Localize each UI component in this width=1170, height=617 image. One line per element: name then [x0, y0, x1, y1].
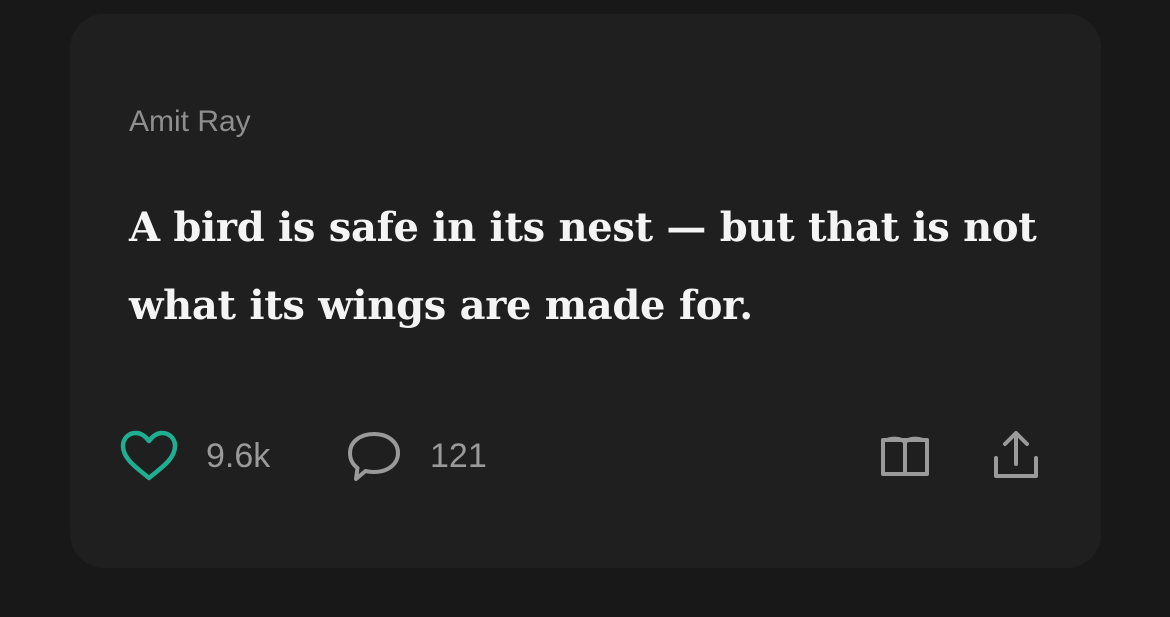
share-icon: [988, 428, 1044, 484]
quote-card: Amit Ray A bird is safe in its nest — bu…: [70, 14, 1101, 568]
quote-text: A bird is safe in its nest — but that is…: [129, 204, 1037, 329]
book-icon: [878, 432, 932, 480]
comment-button[interactable]: 121: [344, 428, 487, 484]
action-bar: 9.6k 121: [118, 428, 1058, 484]
like-button[interactable]: 9.6k: [118, 428, 270, 484]
heart-icon: [118, 429, 180, 483]
comment-count: 121: [430, 437, 487, 475]
like-count: 9.6k: [206, 437, 271, 475]
share-button[interactable]: [988, 428, 1044, 484]
quote-author[interactable]: Amit Ray: [129, 102, 251, 142]
comment-bubble-icon: [344, 428, 404, 484]
read-button[interactable]: [878, 428, 932, 484]
